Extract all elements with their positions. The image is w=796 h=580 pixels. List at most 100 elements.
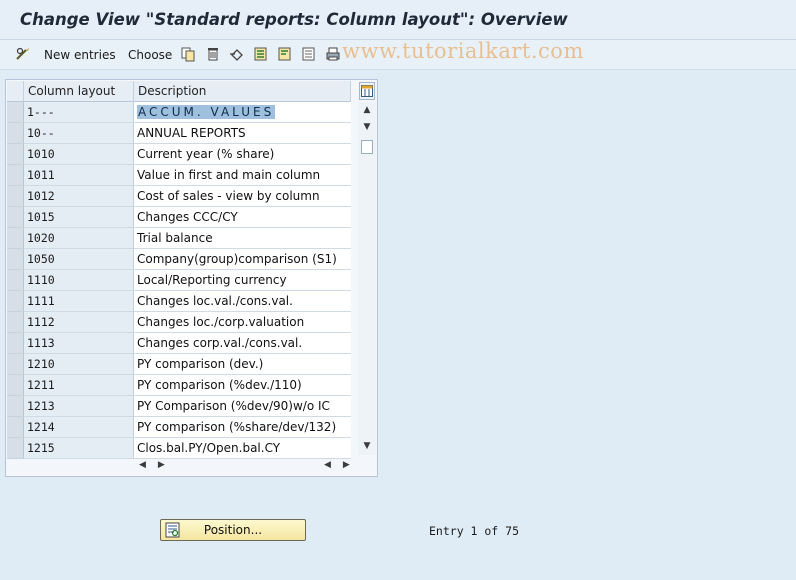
row-selector[interactable]: [7, 270, 24, 291]
scroll-right-icon[interactable]: ▶: [343, 460, 350, 470]
table-row[interactable]: 1--- ACCUM. VALUES: [7, 102, 351, 123]
scroll-down-icon[interactable]: ▼: [360, 120, 374, 134]
undo-icon[interactable]: [229, 46, 245, 62]
scroll-thumb[interactable]: [361, 140, 373, 154]
print-icon[interactable]: [325, 46, 341, 62]
table-row[interactable]: 1112 Changes loc./corp.valuation: [7, 312, 351, 333]
row-selector[interactable]: [7, 165, 24, 186]
table-row[interactable]: 1210 PY comparison (dev.): [7, 354, 351, 375]
page-title: Change View "Standard reports: Column la…: [20, 10, 568, 29]
description-cell[interactable]: Current year (% share): [134, 144, 351, 165]
description-cell[interactable]: Changes loc.val./cons.val.: [134, 291, 351, 312]
edit-glasses-icon[interactable]: [15, 46, 31, 62]
description-cell[interactable]: Cost of sales - view by column: [134, 186, 351, 207]
table-row[interactable]: 1211 PY comparison (%dev./110): [7, 375, 351, 396]
watermark-text: www.tutorialkart.com: [342, 39, 584, 63]
choose-button[interactable]: Choose: [128, 46, 172, 64]
h-scroll-left-col1[interactable]: ◀ ▶: [139, 457, 165, 473]
table-row[interactable]: 1214 PY comparison (%share/dev/132): [7, 417, 351, 438]
column-layout-cell[interactable]: 1112: [24, 312, 134, 333]
column-layout-cell[interactable]: 1214: [24, 417, 134, 438]
table-row[interactable]: 10-- ANNUAL REPORTS: [7, 123, 351, 144]
column-header-layout[interactable]: Column layout: [24, 81, 134, 102]
vertical-scrollbar[interactable]: ▲ ▼ ▼: [358, 102, 376, 455]
table-row[interactable]: 1113 Changes corp.val./cons.val.: [7, 333, 351, 354]
description-cell[interactable]: Changes loc./corp.valuation: [134, 312, 351, 333]
row-selector[interactable]: [7, 102, 24, 123]
deselect-icon[interactable]: [301, 46, 317, 62]
column-layout-cell[interactable]: 1111: [24, 291, 134, 312]
scroll-left-icon[interactable]: ◀: [324, 460, 331, 470]
scroll-right-icon[interactable]: ▶: [158, 460, 165, 470]
description-cell[interactable]: Trial balance: [134, 228, 351, 249]
description-cell[interactable]: PY comparison (dev.): [134, 354, 351, 375]
column-layout-cell[interactable]: 1012: [24, 186, 134, 207]
table-row[interactable]: 1010 Current year (% share): [7, 144, 351, 165]
description-cell[interactable]: Company(group)comparison (S1): [134, 249, 351, 270]
description-cell[interactable]: PY comparison (%share/dev/132): [134, 417, 351, 438]
column-layout-cell[interactable]: 1---: [24, 102, 134, 123]
description-cell[interactable]: Value in first and main column: [134, 165, 351, 186]
select-all-rows-cell[interactable]: [7, 81, 24, 102]
title-bar: Change View "Standard reports: Column la…: [0, 0, 796, 40]
row-selector[interactable]: [7, 186, 24, 207]
column-layout-table: Column layout Description 1--- ACCUM. VAL…: [5, 79, 378, 477]
column-layout-cell[interactable]: 1020: [24, 228, 134, 249]
column-layout-cell[interactable]: 1215: [24, 438, 134, 459]
table-row[interactable]: 1215 Clos.bal.PY/Open.bal.CY: [7, 438, 351, 459]
column-layout-cell[interactable]: 1050: [24, 249, 134, 270]
column-layout-cell[interactable]: 1015: [24, 207, 134, 228]
row-selector[interactable]: [7, 144, 24, 165]
column-layout-cell[interactable]: 1010: [24, 144, 134, 165]
description-cell[interactable]: ANNUAL REPORTS: [134, 123, 351, 144]
column-layout-cell[interactable]: 10--: [24, 123, 134, 144]
table-settings-icon[interactable]: [359, 82, 375, 100]
column-header-description[interactable]: Description: [134, 81, 351, 102]
description-cell[interactable]: PY comparison (%dev./110): [134, 375, 351, 396]
select-all-icon[interactable]: [253, 46, 269, 62]
copy-icon[interactable]: [180, 46, 196, 62]
table-row[interactable]: 1110 Local/Reporting currency: [7, 270, 351, 291]
new-entries-button[interactable]: New entries: [44, 46, 116, 64]
delete-icon[interactable]: [205, 46, 221, 62]
table-row[interactable]: 1012 Cost of sales - view by column: [7, 186, 351, 207]
column-layout-cell[interactable]: 1213: [24, 396, 134, 417]
table-row[interactable]: 1213 PY Comparison (%dev/90)w/o IC: [7, 396, 351, 417]
row-selector[interactable]: [7, 396, 24, 417]
select-block-icon[interactable]: [277, 46, 293, 62]
column-layout-cell[interactable]: 1011: [24, 165, 134, 186]
row-selector[interactable]: [7, 333, 24, 354]
scroll-left-icon[interactable]: ◀: [139, 460, 146, 470]
position-button[interactable]: Position...: [160, 519, 306, 541]
h-scroll-right-col2[interactable]: ◀ ▶: [324, 457, 350, 473]
row-selector[interactable]: [7, 249, 24, 270]
row-selector[interactable]: [7, 438, 24, 459]
scroll-end-down-icon[interactable]: ▼: [360, 439, 374, 453]
column-layout-cell[interactable]: 1210: [24, 354, 134, 375]
description-cell[interactable]: PY Comparison (%dev/90)w/o IC: [134, 396, 351, 417]
column-layout-cell[interactable]: 1211: [24, 375, 134, 396]
column-layout-cell[interactable]: 1113: [24, 333, 134, 354]
table-row[interactable]: 1020 Trial balance: [7, 228, 351, 249]
description-cell[interactable]: Clos.bal.PY/Open.bal.CY: [134, 438, 351, 459]
description-cell[interactable]: Changes CCC/CY: [134, 207, 351, 228]
selected-description-text: ACCUM. VALUES: [137, 105, 276, 119]
row-selector[interactable]: [7, 417, 24, 438]
table-row[interactable]: 1015 Changes CCC/CY: [7, 207, 351, 228]
scroll-up-icon[interactable]: ▲: [360, 103, 374, 117]
table-row[interactable]: 1050 Company(group)comparison (S1): [7, 249, 351, 270]
description-cell[interactable]: ACCUM. VALUES: [134, 102, 351, 123]
row-selector[interactable]: [7, 354, 24, 375]
row-selector[interactable]: [7, 228, 24, 249]
position-button-label: Position...: [203, 523, 263, 537]
description-cell[interactable]: Changes corp.val./cons.val.: [134, 333, 351, 354]
row-selector[interactable]: [7, 207, 24, 228]
table-row[interactable]: 1111 Changes loc.val./cons.val.: [7, 291, 351, 312]
row-selector[interactable]: [7, 123, 24, 144]
row-selector[interactable]: [7, 375, 24, 396]
row-selector[interactable]: [7, 291, 24, 312]
row-selector[interactable]: [7, 312, 24, 333]
description-cell[interactable]: Local/Reporting currency: [134, 270, 351, 291]
column-layout-cell[interactable]: 1110: [24, 270, 134, 291]
table-row[interactable]: 1011 Value in first and main column: [7, 165, 351, 186]
